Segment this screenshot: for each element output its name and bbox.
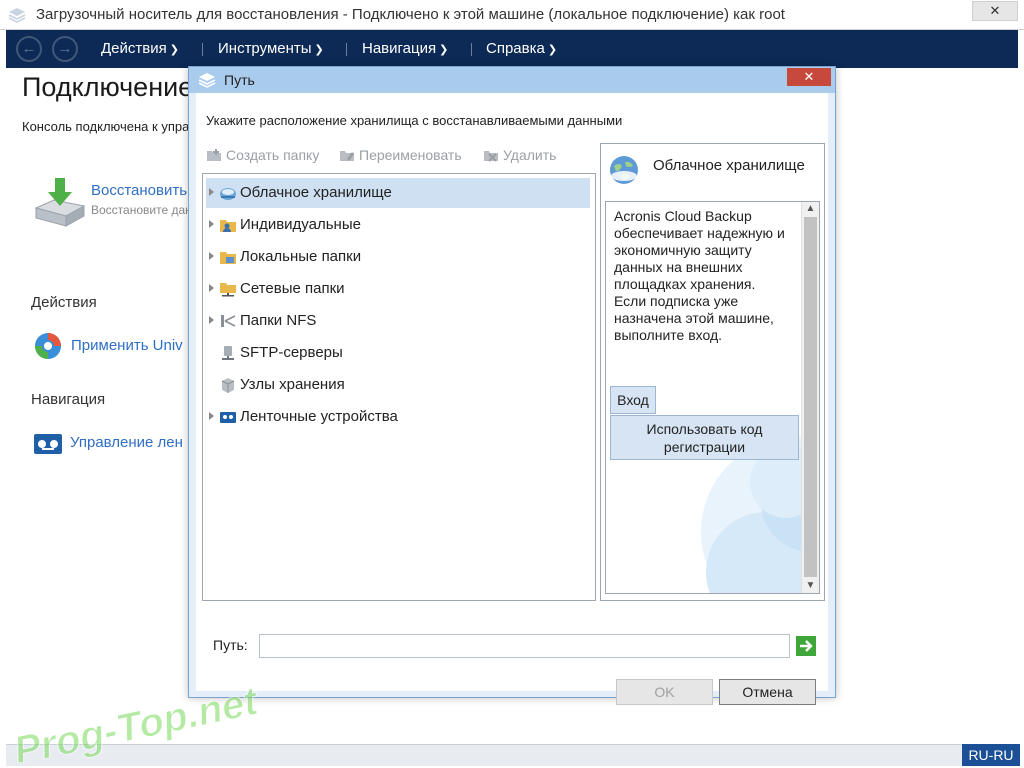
expand-arrow-icon[interactable] <box>209 252 214 260</box>
watermark-logo: Prog-Top.net <box>10 678 264 762</box>
login-button[interactable]: Вход <box>610 386 656 414</box>
personal-folder-icon <box>220 220 236 232</box>
tree-item-tape-devices[interactable]: Ленточные устройства <box>206 402 590 432</box>
go-arrow-icon[interactable] <box>796 636 816 656</box>
locale-indicator[interactable]: RU-RU <box>962 744 1020 766</box>
tree-item-cloud-storage[interactable]: Облачное хранилище <box>206 178 590 208</box>
expand-arrow-icon[interactable] <box>209 220 214 228</box>
menu-tools[interactable]: Инструменты ❯ <box>218 40 324 57</box>
scroll-up-icon[interactable]: ▲ <box>802 202 819 216</box>
tree-item-label: Облачное хранилище <box>240 184 392 201</box>
tree-item-label: Ленточные устройства <box>240 408 398 425</box>
tree-item-personal[interactable]: Индивидуальные <box>206 210 590 240</box>
chevron-down-icon: ❯ <box>169 44 179 56</box>
dialog-titlebar: Путь ✕ <box>189 67 835 93</box>
path-input[interactable] <box>259 634 790 658</box>
delete-button[interactable]: Удалить <box>483 147 556 163</box>
menu-tools-label: Инструменты <box>218 40 312 57</box>
dialog-title: Путь <box>224 72 255 88</box>
tree-item-label: SFTP-серверы <box>240 344 343 361</box>
menu-help-label: Справка <box>486 40 545 57</box>
window-titlebar: Загрузочный носитель для восстановления … <box>0 0 1024 30</box>
path-label: Путь: <box>213 637 248 653</box>
tape-management-icon <box>34 434 62 454</box>
chevron-down-icon: ❯ <box>439 44 449 56</box>
navigation-heading: Навигация <box>31 391 106 408</box>
local-folder-icon <box>220 252 236 264</box>
cloud-globe-icon <box>610 156 638 184</box>
rename-button[interactable]: Переименовать <box>339 147 462 163</box>
expand-arrow-icon[interactable] <box>209 412 214 420</box>
info-title: Облачное хранилище <box>653 157 805 174</box>
tree-item-label: Сетевые папки <box>240 280 345 297</box>
universal-restore-icon <box>35 333 61 359</box>
restore-description: Восстановите данн <box>91 203 199 217</box>
nfs-icon <box>221 315 236 327</box>
menu-navigation[interactable]: Навигация ❯ <box>362 40 448 57</box>
tree-item-local-folders[interactable]: Локальные папки <box>206 242 590 272</box>
path-dialog: Путь ✕ Укажите расположение хранилища с … <box>188 66 836 705</box>
tape-management-link[interactable]: Управление лен <box>70 434 183 451</box>
sftp-server-icon <box>222 346 234 360</box>
menu-divider <box>346 43 347 56</box>
create-folder-button[interactable]: Создать папку <box>206 147 319 163</box>
window-title: Загрузочный носитель для восстановления … <box>36 6 785 23</box>
dialog-body: Укажите расположение хранилища с восстан… <box>196 93 828 705</box>
expand-arrow-icon[interactable] <box>209 316 214 324</box>
new-folder-icon <box>207 149 221 161</box>
scroll-down-icon[interactable]: ▼ <box>802 579 819 593</box>
tree-item-label: Узлы хранения <box>240 376 345 393</box>
tape-device-icon <box>220 412 236 423</box>
menu-actions-label: Действия <box>101 40 167 57</box>
location-tree: Облачное хранилище Индивидуальные Локаль… <box>202 173 596 601</box>
create-folder-label: Создать папку <box>226 147 320 163</box>
chevron-down-icon: ❯ <box>547 44 558 56</box>
dialog-close-button[interactable]: ✕ <box>787 68 831 86</box>
dialog-prompt: Укажите расположение хранилища с восстан… <box>206 113 623 128</box>
use-registration-code-button[interactable]: Использовать код регистрации <box>610 415 799 460</box>
menu-actions[interactable]: Действия ❯ <box>101 40 179 57</box>
app-logo-icon <box>198 73 216 88</box>
actions-heading: Действия <box>31 294 97 311</box>
chevron-down-icon: ❯ <box>314 44 324 56</box>
rename-icon <box>340 151 354 161</box>
info-scrollbar[interactable]: ▲ ▼ <box>801 202 819 593</box>
menu-help[interactable]: Справка ❯ <box>486 40 557 57</box>
tree-item-sftp-servers[interactable]: SFTP-серверы <box>206 338 590 368</box>
menu-navigation-label: Навигация <box>362 40 437 57</box>
expand-arrow-icon[interactable] <box>209 188 214 196</box>
back-button[interactable]: ← <box>16 36 42 62</box>
expand-arrow-icon[interactable] <box>209 284 214 292</box>
forward-button[interactable]: → <box>52 36 78 62</box>
restore-link[interactable]: Восстановить <box>91 182 187 199</box>
menubar: ← → Действия ❯ Инструменты ❯ Навигация ❯ Сп… <box>6 30 1018 68</box>
app-logo-icon <box>8 8 26 23</box>
page-title: Подключение <box>22 72 194 102</box>
tree-item-label: Локальные папки <box>240 248 362 265</box>
tree-item-label: Папки NFS <box>240 312 317 329</box>
scrollbar-thumb[interactable] <box>804 217 817 577</box>
menu-divider <box>471 43 472 56</box>
menu-divider <box>202 43 203 56</box>
info-panel: Облачное хранилище Acronis Cloud Backup … <box>600 143 825 601</box>
ok-button[interactable]: OK <box>616 679 713 705</box>
tree-item-network-folders[interactable]: Сетевые папки <box>206 274 590 304</box>
svg-text:Prog-Top.net: Prog-Top.net <box>10 679 263 762</box>
info-description: Acronis Cloud Backup обеспечивает надежн… <box>614 208 785 343</box>
delete-icon <box>484 151 498 162</box>
info-scroll-area[interactable]: Acronis Cloud Backup обеспечивает надежн… <box>605 201 820 594</box>
rename-label: Переименовать <box>359 147 462 163</box>
restore-drive-icon <box>34 178 86 227</box>
tree-item-storage-nodes[interactable]: Узлы хранения <box>206 370 590 400</box>
tree-item-nfs[interactable]: Папки NFS <box>206 306 590 336</box>
cancel-button[interactable]: Отмена <box>719 679 816 705</box>
page-subtitle: Консоль подключена к управ <box>22 119 197 134</box>
tree-item-label: Индивидуальные <box>240 216 361 233</box>
storage-node-icon <box>221 378 235 393</box>
network-folder-icon <box>220 283 236 297</box>
cloud-storage-icon <box>220 188 236 200</box>
delete-label: Удалить <box>503 147 557 163</box>
apply-universal-restore-link[interactable]: Применить Univ <box>71 337 183 354</box>
window-close-button[interactable]: ✕ <box>972 1 1018 21</box>
